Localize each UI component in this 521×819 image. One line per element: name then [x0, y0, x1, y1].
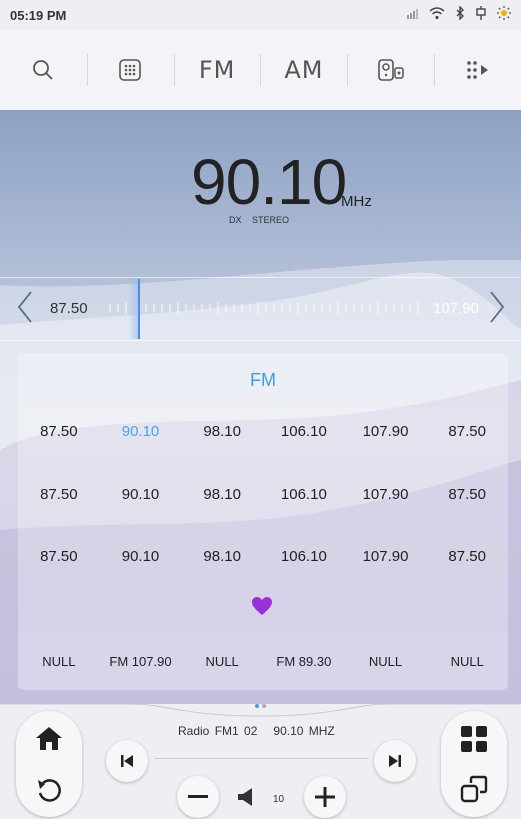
range-high-label: 107.90	[433, 300, 479, 317]
volume-down-button[interactable]	[177, 776, 219, 818]
volume-level: 10	[273, 794, 285, 805]
keypad-icon	[119, 59, 142, 81]
dx-tag: DX	[229, 215, 242, 225]
preset-row-2: 87.50 90.10 98.10 106.10 107.90 87.50	[18, 486, 508, 503]
tuning-dial[interactable]: 87.50 107.90	[0, 277, 521, 341]
preset-item[interactable]: 87.50	[426, 423, 508, 440]
right-nav-pill	[441, 711, 507, 817]
now-playing-info: Radio FM1 02 90.10 MHZ	[178, 724, 335, 738]
page-dot	[262, 704, 266, 708]
frequency-unit: MHz	[341, 193, 372, 210]
radio-toolbar: FM AM	[0, 30, 521, 110]
usb-icon	[475, 6, 487, 23]
preset-item-active[interactable]: 90.10	[100, 423, 182, 440]
seek-up-arrow-icon[interactable]	[488, 290, 506, 333]
preset-item[interactable]: 87.50	[18, 486, 100, 503]
preset-row-1: 87.50 90.10 98.10 106.10 107.90 87.50	[18, 423, 508, 440]
plus-icon	[315, 787, 335, 807]
progress-track	[155, 758, 369, 759]
preset-panel: FM 87.50 90.10 98.10 106.10 107.90 87.50…	[18, 353, 508, 690]
preset-item[interactable]: 107.90	[345, 423, 427, 440]
brightness-icon	[497, 6, 511, 23]
previous-button[interactable]	[106, 740, 148, 782]
media-control-bar: Radio FM1 02 90.10 MHZ 10	[0, 704, 521, 819]
fm-band-button[interactable]: FM	[173, 30, 261, 110]
preset-item[interactable]: 87.50	[18, 548, 100, 565]
favorite-item[interactable]: FM 89.30	[263, 654, 345, 669]
preset-item[interactable]: 98.10	[181, 423, 263, 440]
current-frequency: 90.10	[191, 146, 347, 218]
now-playing-source: Radio	[178, 724, 210, 738]
skip-previous-icon	[121, 755, 133, 767]
preset-item[interactable]: 90.10	[100, 486, 182, 503]
next-button[interactable]	[374, 740, 416, 782]
favorite-item[interactable]: NULL	[18, 654, 100, 669]
stereo-tag: STEREO	[252, 215, 290, 225]
search-button[interactable]	[0, 30, 87, 110]
seek-down-arrow-icon[interactable]	[16, 290, 34, 333]
am-band-button[interactable]: AM	[260, 30, 347, 110]
apps-button[interactable]	[460, 725, 488, 758]
page-indicator	[255, 704, 266, 708]
preset-item[interactable]: 98.10	[181, 548, 263, 565]
keypad-button[interactable]	[86, 30, 174, 110]
preset-item[interactable]: 107.90	[345, 548, 427, 565]
signal-icon	[405, 6, 419, 23]
preset-item[interactable]: 87.50	[18, 423, 100, 440]
now-playing-preset: FM1 02	[214, 724, 258, 738]
preset-item[interactable]: 106.10	[263, 423, 345, 440]
speaker-settings-button[interactable]	[347, 30, 434, 110]
search-icon	[33, 60, 54, 80]
now-playing-station: 90.10 MHZ	[273, 724, 335, 738]
preset-item[interactable]: 90.10	[100, 548, 182, 565]
favorites-row: NULL FM 107.90 NULL FM 89.30 NULL NULL	[18, 632, 508, 690]
status-bar: 05:19 PM	[0, 0, 521, 30]
status-icons	[405, 5, 511, 23]
wifi-icon	[429, 6, 445, 23]
more-menu-button[interactable]	[434, 30, 521, 110]
home-button[interactable]	[35, 725, 63, 756]
preset-item[interactable]: 87.50	[426, 486, 508, 503]
multiwindow-icon	[460, 775, 488, 803]
speaker-icon	[377, 59, 404, 81]
minus-icon	[188, 795, 208, 798]
status-time: 05:19 PM	[10, 8, 67, 23]
frequency-display: 90.10 MHz DX STEREO	[0, 145, 521, 235]
tuning-marker[interactable]	[128, 279, 140, 339]
bluetooth-icon	[455, 5, 465, 23]
range-low-label: 87.50	[50, 300, 88, 317]
preset-item[interactable]: 106.10	[263, 486, 345, 503]
back-icon	[38, 779, 61, 802]
preset-band-label: FM	[250, 370, 276, 390]
fm-band-label: FM	[198, 56, 236, 84]
favorite-item[interactable]: NULL	[181, 654, 263, 669]
more-icon	[466, 61, 488, 79]
dial-scale	[109, 302, 419, 314]
back-button[interactable]	[35, 775, 63, 808]
apps-grid-icon	[461, 726, 487, 752]
preset-item[interactable]: 106.10	[263, 548, 345, 565]
skip-next-icon	[389, 755, 401, 767]
preset-item[interactable]: 98.10	[181, 486, 263, 503]
left-nav-pill	[16, 711, 82, 817]
home-icon	[36, 727, 62, 750]
am-band-label: AM	[284, 56, 324, 84]
favorite-item[interactable]: FM 107.90	[100, 654, 182, 669]
reception-tags: DX STEREO	[229, 215, 289, 225]
volume-up-button[interactable]	[304, 776, 346, 818]
favorite-item[interactable]: NULL	[345, 654, 427, 669]
preset-row-3: 87.50 90.10 98.10 106.10 107.90 87.50	[18, 548, 508, 565]
favorite-item[interactable]: NULL	[426, 654, 508, 669]
favorite-heart-icon[interactable]	[251, 596, 273, 622]
preset-item[interactable]: 87.50	[426, 548, 508, 565]
multiwindow-button[interactable]	[460, 775, 488, 808]
preset-item[interactable]: 107.90	[345, 486, 427, 503]
page-dot-active	[255, 704, 259, 708]
volume-icon	[236, 787, 258, 812]
